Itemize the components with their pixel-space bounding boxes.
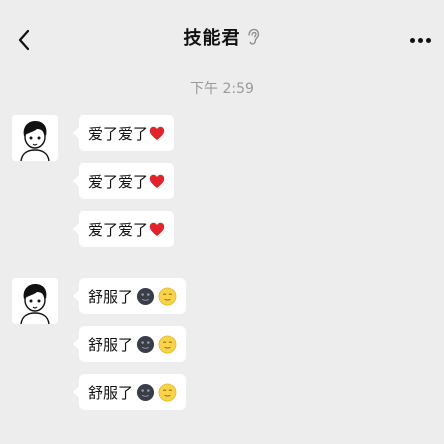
message-timestamp: 下午 2:59 bbox=[190, 81, 254, 97]
more-dots-icon bbox=[409, 37, 415, 43]
message-bubble[interactable]: 爱了爱了 bbox=[72, 115, 175, 151]
yellow-face-emoji-icon bbox=[158, 383, 177, 401]
red-heart-icon bbox=[149, 126, 165, 140]
yellow-face-emoji-icon bbox=[158, 287, 177, 305]
ear-icon bbox=[247, 28, 259, 45]
message-text: 舒服了 bbox=[88, 383, 134, 402]
cartoon-boy-avatar-icon bbox=[12, 115, 58, 161]
dark-face-emoji-icon bbox=[136, 287, 155, 305]
message-text: 爱了爱了 bbox=[88, 124, 149, 143]
message-bubble[interactable]: 爱了爱了 bbox=[72, 211, 175, 247]
message-text: 舒服了 bbox=[88, 287, 134, 306]
message-text: 爱了爱了 bbox=[88, 220, 149, 239]
sender-avatar[interactable] bbox=[12, 278, 58, 324]
sender-avatar[interactable] bbox=[12, 115, 58, 161]
message-bubble[interactable]: 爱了爱了 bbox=[72, 163, 175, 199]
message-bubble[interactable]: 舒服了 bbox=[72, 326, 187, 362]
chat-title-container: 技能君 bbox=[0, 24, 444, 50]
yellow-face-emoji-icon bbox=[158, 335, 177, 353]
message-text: 舒服了 bbox=[88, 335, 134, 354]
more-options-button[interactable] bbox=[406, 30, 434, 50]
dark-face-emoji-icon bbox=[136, 335, 155, 353]
chat-title: 技能君 bbox=[183, 28, 241, 49]
red-heart-icon bbox=[149, 174, 165, 188]
chat-header: 技能君 bbox=[0, 0, 444, 80]
message-text: 爱了爱了 bbox=[88, 172, 149, 191]
cartoon-boy-avatar-icon bbox=[12, 278, 58, 324]
dark-face-emoji-icon bbox=[136, 383, 155, 401]
message-bubble[interactable]: 舒服了 bbox=[72, 278, 187, 314]
message-bubble[interactable]: 舒服了 bbox=[72, 374, 187, 410]
red-heart-icon bbox=[149, 222, 165, 236]
